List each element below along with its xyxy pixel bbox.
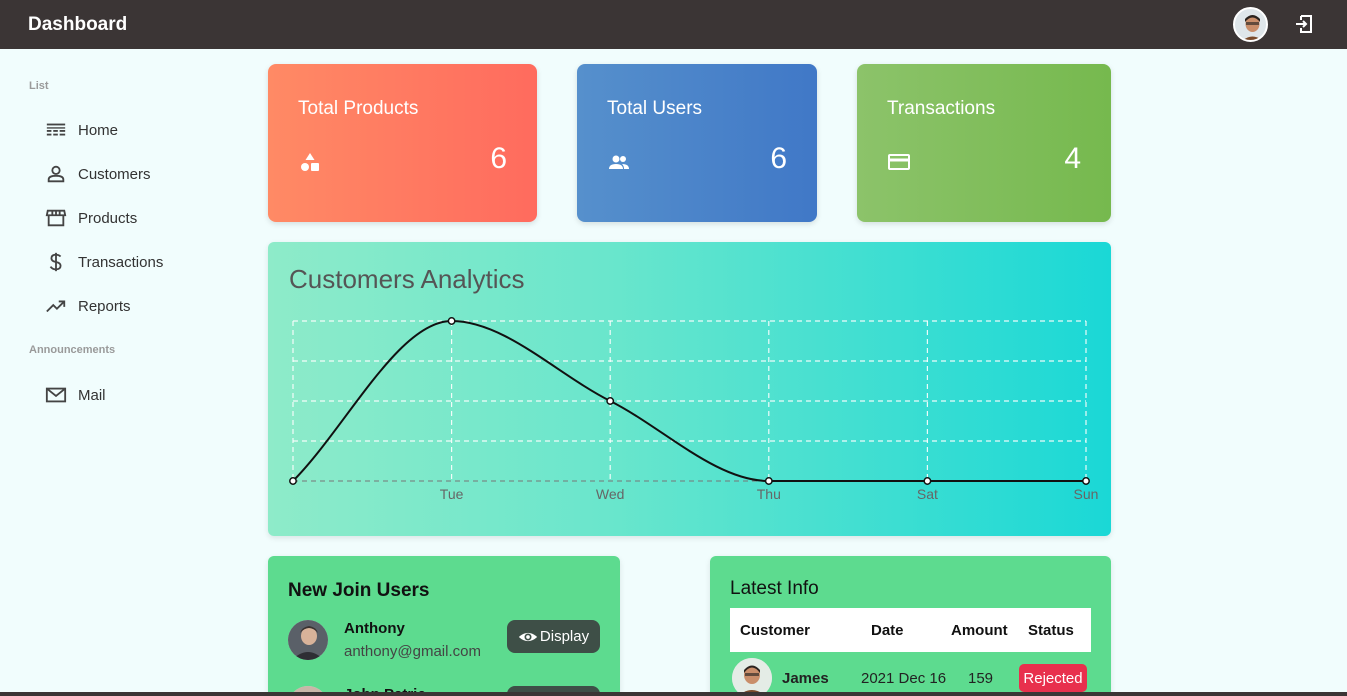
user-email: anthony@gmail.com	[344, 643, 481, 660]
mail-icon	[45, 387, 67, 403]
sidebar-item-label: Customers	[78, 165, 151, 183]
list-icon	[46, 123, 66, 136]
card-value: 6	[770, 142, 787, 175]
sidebar-item-products[interactable]: Products	[45, 204, 137, 232]
chart-tick-label: Wed	[596, 486, 625, 502]
chart-tick-label: Sat	[917, 486, 938, 502]
card-title: Total Products	[298, 98, 419, 119]
chart-tick-label: Thu	[757, 486, 781, 502]
sidebar-item-label: Products	[78, 209, 138, 227]
cell-amount: 159	[968, 670, 994, 687]
chart-point	[606, 397, 615, 405]
sidebar-item-mail[interactable]: Mail	[45, 381, 106, 409]
card-title: Total Users	[607, 98, 703, 119]
user-avatar[interactable]	[1233, 7, 1268, 42]
sidebar-item-customers[interactable]: Customers	[45, 160, 151, 188]
card-value: 6	[490, 142, 507, 175]
sidebar-item-home[interactable]: Home	[45, 116, 118, 144]
table-row: James 2021 Dec 16 159 Rejected	[730, 656, 1091, 696]
card-title: Transactions	[887, 98, 996, 119]
cell-date: 2021 Dec 16	[861, 670, 947, 687]
chart-tick-label: Tue	[440, 486, 464, 502]
table-header: Customer Date Amount Status	[730, 608, 1091, 652]
panel-title: New Join Users	[288, 580, 430, 601]
shapes-icon	[301, 153, 319, 171]
card-value: 4	[1064, 142, 1081, 175]
card-transactions[interactable]: Transactions 4	[857, 64, 1111, 222]
sidebar-section-list: List	[29, 80, 49, 92]
credit-card-icon	[888, 154, 910, 170]
customers-analytics-panel: Customers Analytics Tue Wed Thu Sat Sun	[268, 242, 1111, 536]
card-total-products[interactable]: Total Products 6	[268, 64, 537, 222]
chart-tick-label: Sun	[1074, 486, 1099, 502]
panel-title: Latest Info	[730, 578, 819, 599]
chart-point	[923, 477, 932, 485]
sidebar-item-transactions[interactable]: Transactions	[45, 248, 163, 276]
sidebar-item-reports[interactable]: Reports	[45, 292, 131, 320]
sidebar: List Home Customers Products Transaction…	[0, 49, 240, 696]
column-header-customer: Customer	[740, 622, 811, 639]
cell-customer: James	[782, 670, 829, 687]
person-icon	[47, 165, 65, 183]
app-title: Dashboard	[28, 13, 128, 35]
chart-point	[764, 477, 773, 485]
latest-info-panel: Latest Info Customer Date Amount Status …	[710, 556, 1111, 696]
column-header-amount: Amount	[951, 622, 1008, 639]
new-join-users-panel: New Join Users Anthony anthony@gmail.com…	[268, 556, 620, 696]
dollar-icon	[49, 252, 62, 272]
avatar	[288, 620, 328, 660]
group-icon	[609, 155, 629, 169]
column-header-status: Status	[1028, 622, 1074, 639]
avatar	[732, 658, 772, 696]
chart-point	[289, 477, 297, 485]
store-icon	[45, 209, 67, 227]
sidebar-item-label: Reports	[78, 297, 131, 315]
status-badge: Rejected	[1019, 664, 1087, 692]
trending-icon	[46, 300, 66, 313]
sidebar-item-label: Transactions	[78, 253, 164, 271]
logout-icon[interactable]	[1292, 12, 1316, 36]
display-button[interactable]: Display	[507, 620, 600, 653]
analytics-chart: Tue Wed Thu Sat Sun	[289, 317, 1099, 502]
user-name: Anthony	[344, 620, 405, 637]
chart-point	[1082, 477, 1090, 485]
display-button-label: Display	[539, 628, 590, 645]
eye-icon	[518, 632, 538, 641]
list-item: Anthony anthony@gmail.com Display	[288, 620, 603, 664]
sidebar-item-label: Mail	[78, 386, 106, 404]
sidebar-item-label: Home	[78, 121, 119, 139]
bottom-border	[0, 692, 1347, 696]
chart-point	[447, 317, 456, 325]
card-total-users[interactable]: Total Users 6	[577, 64, 817, 222]
top-bar: Dashboard	[0, 0, 1347, 49]
column-header-date: Date	[871, 622, 904, 639]
sidebar-section-announcements: Announcements	[29, 344, 116, 356]
